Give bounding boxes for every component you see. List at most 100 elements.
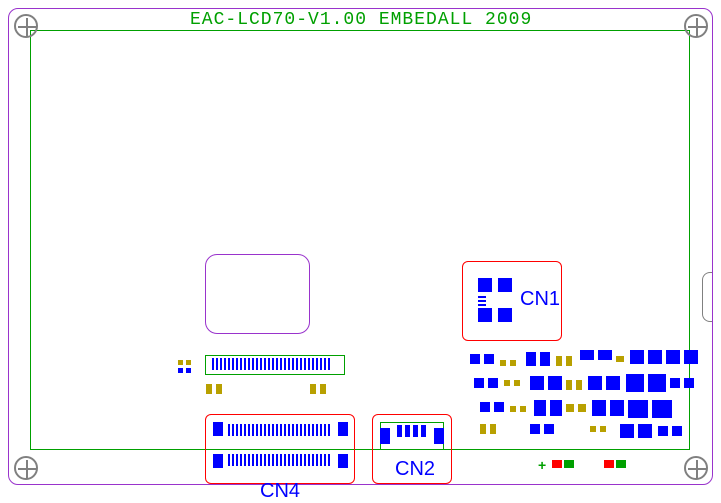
smd-pad <box>652 400 672 418</box>
cn4-side-pad <box>213 422 223 436</box>
smd-pad <box>684 378 694 388</box>
smd-pad <box>186 360 191 365</box>
smd-pad <box>216 384 222 394</box>
smd-pad <box>648 374 666 392</box>
smd-pad <box>514 380 520 386</box>
smd-pad <box>630 350 644 364</box>
smd-pad <box>178 360 183 365</box>
connector-pin <box>256 454 258 466</box>
connector-pin <box>320 424 322 436</box>
connector-pin <box>324 424 326 436</box>
display-area <box>205 254 310 334</box>
smd-pad <box>598 350 612 360</box>
mounting-hole-bl <box>14 456 38 480</box>
smd-pad <box>684 350 698 364</box>
cn4-side-pad <box>338 454 348 468</box>
connector-pin <box>304 358 306 370</box>
connector-pin <box>328 454 330 466</box>
connector-pin <box>328 424 330 436</box>
connector-pin <box>240 424 242 436</box>
connector-pin <box>276 358 278 370</box>
connector-pin <box>240 454 242 466</box>
smd-pad <box>600 426 606 432</box>
smd-pad <box>510 406 516 412</box>
connector-pin <box>272 424 274 436</box>
smd-pad <box>620 424 634 438</box>
connector-pin <box>244 424 246 436</box>
cn2-pad <box>434 428 444 444</box>
led-pad <box>604 460 614 468</box>
mounting-hole-tr <box>684 14 708 38</box>
edge-notch <box>702 272 712 322</box>
connector-pin <box>252 454 254 466</box>
smd-pad <box>500 360 506 366</box>
smd-pad <box>580 350 594 360</box>
connector-pin <box>292 358 294 370</box>
connector-pin <box>320 358 322 370</box>
smd-pad <box>494 402 504 412</box>
connector-pin <box>212 358 214 370</box>
smd-pad <box>566 404 574 412</box>
connector-pin <box>300 454 302 466</box>
connector-pin <box>308 358 310 370</box>
connector-pin <box>264 358 266 370</box>
smd-pad <box>566 356 572 366</box>
smd-pad <box>474 378 484 388</box>
connector-pin <box>236 454 238 466</box>
connector-pin <box>252 424 254 436</box>
connector-pin <box>232 454 234 466</box>
smd-pad <box>544 424 554 434</box>
cn2-pin <box>397 425 402 437</box>
led-pad <box>616 460 626 468</box>
connector-pin <box>324 358 326 370</box>
connector-pin <box>328 358 330 370</box>
smd-pad <box>666 350 680 364</box>
cn2-pin <box>413 425 418 437</box>
connector-pin <box>236 424 238 436</box>
cn2-pin <box>421 425 426 437</box>
smd-pad <box>520 406 526 412</box>
smd-pad <box>592 400 606 416</box>
smd-pad <box>588 376 602 390</box>
cn1-pin <box>478 300 486 302</box>
smd-pad <box>526 352 536 366</box>
component-cluster <box>470 350 700 450</box>
connector-pin <box>228 358 230 370</box>
cn1-label: CN1 <box>520 288 560 311</box>
connector-pin <box>220 358 222 370</box>
cn1-pin <box>478 304 486 306</box>
connector-pin <box>276 454 278 466</box>
connector-pin <box>244 358 246 370</box>
smd-pad <box>510 360 516 366</box>
connector-pin <box>288 358 290 370</box>
connector-pin <box>308 424 310 436</box>
connector-pin <box>268 454 270 466</box>
connector-pin <box>296 358 298 370</box>
smd-pad <box>530 424 540 434</box>
connector-pin <box>228 454 230 466</box>
connector-pin <box>300 358 302 370</box>
cn1-pin <box>478 296 486 298</box>
connector-pin <box>248 454 250 466</box>
smd-pad <box>590 426 596 432</box>
smd-pad <box>470 354 480 364</box>
smd-pad <box>606 376 620 390</box>
connector-pin <box>268 424 270 436</box>
connector-pin <box>256 424 258 436</box>
connector-pin <box>324 454 326 466</box>
connector-pin <box>288 424 290 436</box>
connector-pin <box>304 454 306 466</box>
smd-pad <box>534 400 546 416</box>
connector-pin <box>292 454 294 466</box>
connector-pin <box>248 424 250 436</box>
connector-pin <box>312 454 314 466</box>
connector-pin <box>296 424 298 436</box>
smd-pad <box>616 356 624 362</box>
connector-pin <box>216 358 218 370</box>
cn4-side-pad <box>338 422 348 436</box>
led-pad <box>552 460 562 468</box>
cn1-pad <box>478 308 492 322</box>
connector-pin <box>316 424 318 436</box>
connector-pin <box>284 424 286 436</box>
cn2-label: CN2 <box>395 458 435 481</box>
